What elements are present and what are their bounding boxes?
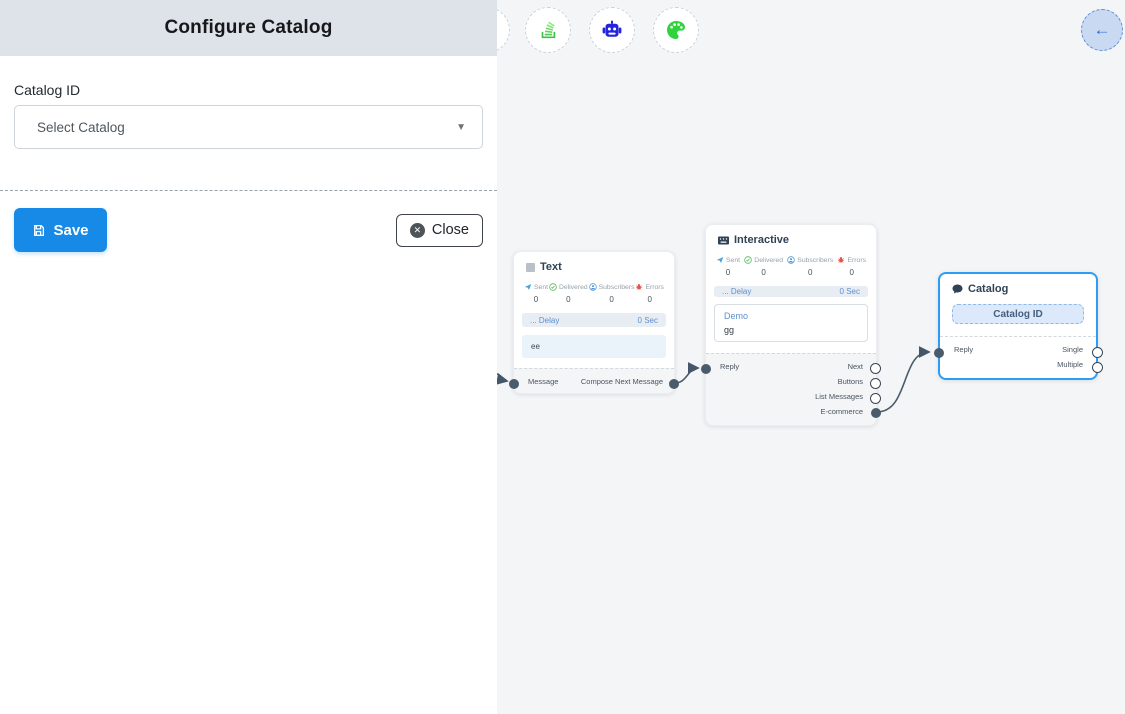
node-catalog[interactable]: Catalog Catalog ID Reply Single . Multip… <box>938 272 1098 380</box>
delay-row[interactable]: ... Delay 0 Sec <box>522 313 666 327</box>
back-arrow-icon: ← <box>1094 20 1111 40</box>
interactive-card[interactable]: Demo gg <box>714 304 868 342</box>
tool-circle-partial[interactable] <box>497 7 510 53</box>
palette-tool-button[interactable] <box>653 7 699 53</box>
catalog-id-placeholder[interactable]: Catalog ID <box>952 304 1084 324</box>
message-content[interactable]: ee <box>522 335 666 358</box>
node-interactive-header: Interactive <box>706 225 876 249</box>
node-catalog-footer: Reply Single . Multiple <box>940 336 1096 378</box>
bug-icon <box>635 283 643 291</box>
output-single-label: Single <box>1062 345 1083 354</box>
user-circle-icon <box>787 256 795 264</box>
stat-sent: Sent 0 <box>716 256 740 277</box>
reply-input-label: Reply <box>954 345 973 354</box>
node-interactive-title: Interactive <box>734 234 789 246</box>
node-text[interactable]: Text Sent 0 Delivered 0 <box>513 251 675 394</box>
node-text-header: Text <box>514 252 674 276</box>
output-buttons-label: Buttons <box>838 377 863 386</box>
handle-compose-next-out[interactable] <box>669 379 679 389</box>
paper-plane-icon <box>524 283 532 291</box>
panel-body: Catalog ID Select Catalog ▼ Save ✕ C <box>0 82 497 252</box>
message-input-label: Message <box>528 377 558 386</box>
handle-ecommerce-out[interactable] <box>871 408 881 418</box>
node-text-stats: Sent 0 Delivered 0 Subscribers <box>514 276 674 304</box>
text-icon <box>526 263 535 272</box>
stat-errors: Errors 0 <box>837 256 866 277</box>
catalog-id-label: Catalog ID <box>14 82 483 98</box>
handle-single-out[interactable] <box>1092 347 1103 358</box>
delay-row[interactable]: ... Delay 0 Sec <box>714 286 868 297</box>
output-next-label: Next <box>848 362 863 371</box>
chat-bubble-icon <box>952 284 963 294</box>
stack-tool-button[interactable] <box>525 7 571 53</box>
close-icon: ✕ <box>410 223 425 238</box>
node-interactive-stats: Sent 0 Delivered 0 Subscribers <box>706 249 876 277</box>
stack-icon <box>537 19 559 41</box>
close-button[interactable]: ✕ Close <box>396 214 483 247</box>
page-title: Configure Catalog <box>164 17 332 39</box>
output-ecommerce-label: E-commerce <box>820 407 863 416</box>
catalog-select[interactable]: Select Catalog ▼ <box>14 105 483 149</box>
edge-incoming-message <box>497 373 507 381</box>
output-list-messages-label: List Messages <box>815 392 863 401</box>
check-circle-icon <box>744 256 752 264</box>
stat-subscribers: Subscribers 0 <box>589 283 635 304</box>
output-multiple-label: Multiple <box>1057 360 1083 369</box>
handle-message-in[interactable] <box>509 379 519 389</box>
compose-next-label: Compose Next Message <box>581 377 663 386</box>
panel-header: Configure Catalog <box>0 0 497 56</box>
keyboard-icon <box>718 236 729 245</box>
reply-input-label: Reply <box>720 362 739 371</box>
user-circle-icon <box>589 283 597 291</box>
flow-builder-app: Configure Catalog Catalog ID Select Cata… <box>0 0 1125 714</box>
flow-canvas[interactable]: ← Text Sent 0 Delivered <box>497 0 1125 714</box>
card-title: Demo <box>724 311 858 321</box>
chevron-down-icon: ▼ <box>456 122 466 133</box>
edge-interactive-to-catalog <box>877 352 929 412</box>
collapse-panel-button[interactable]: ← <box>1081 9 1123 51</box>
handle-next-out[interactable] <box>870 363 881 374</box>
panel-divider <box>0 190 497 191</box>
handle-reply-in[interactable] <box>701 364 711 374</box>
stat-errors: Errors 0 <box>635 283 664 304</box>
save-button[interactable]: Save <box>14 208 107 252</box>
node-interactive-footer: Reply Next . Buttons . List Messages . E… <box>706 353 876 425</box>
handle-multiple-out[interactable] <box>1092 362 1103 373</box>
save-icon <box>32 224 45 237</box>
check-circle-icon <box>549 283 557 291</box>
paper-plane-icon <box>716 256 724 264</box>
node-text-title: Text <box>540 261 562 273</box>
handle-list-messages-out[interactable] <box>870 393 881 404</box>
node-catalog-header: Catalog <box>940 274 1096 298</box>
stat-delivered: Delivered 0 <box>549 283 588 304</box>
node-catalog-title: Catalog <box>968 283 1008 295</box>
stat-subscribers: Subscribers 0 <box>787 256 833 277</box>
stat-sent: Sent 0 <box>524 283 548 304</box>
panel-actions: Save ✕ Close <box>14 208 483 252</box>
catalog-select-value: Select Catalog <box>37 120 456 135</box>
node-text-footer: Message Compose Next Message <box>514 368 674 393</box>
handle-reply-in[interactable] <box>934 348 944 358</box>
save-button-label: Save <box>53 222 88 239</box>
close-button-label: Close <box>432 222 469 238</box>
handle-buttons-out[interactable] <box>870 378 881 389</box>
robot-icon <box>600 18 624 42</box>
configure-catalog-panel: Configure Catalog Catalog ID Select Cata… <box>0 0 497 714</box>
bot-tool-button[interactable] <box>589 7 635 53</box>
card-text: gg <box>724 325 858 335</box>
stat-delivered: Delivered 0 <box>744 256 783 277</box>
palette-icon <box>664 18 688 42</box>
node-interactive[interactable]: Interactive Sent 0 Delivered 0 <box>705 224 877 426</box>
bug-icon <box>837 256 845 264</box>
